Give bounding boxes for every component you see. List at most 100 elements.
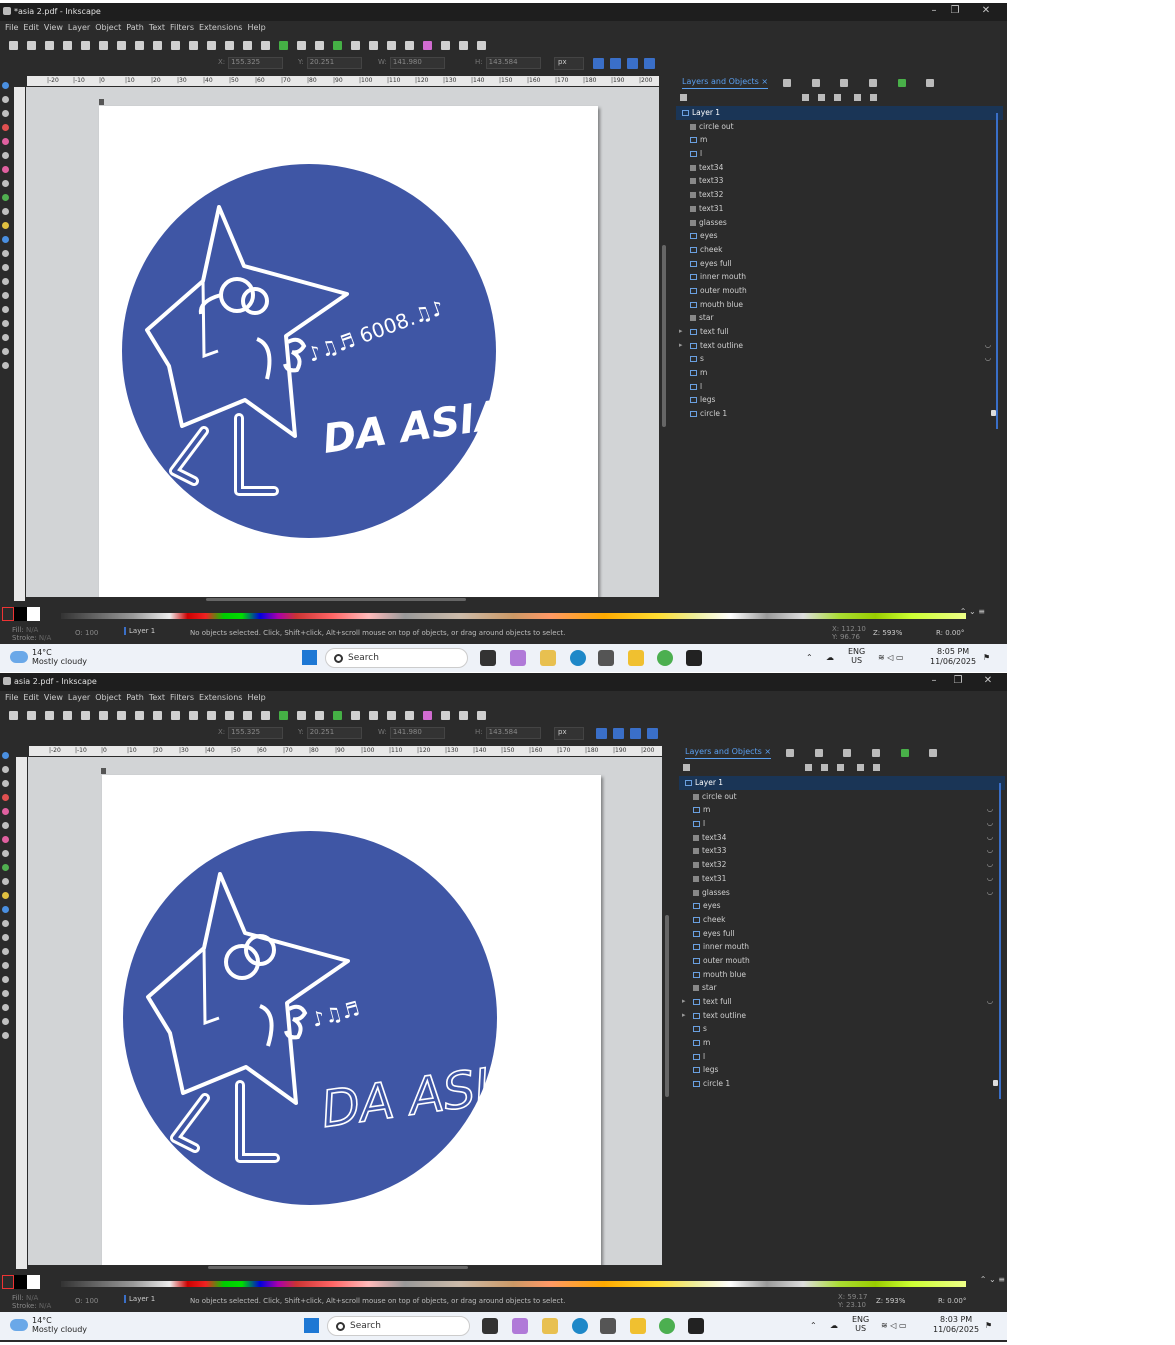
- calculator-icon[interactable]: [598, 650, 614, 666]
- menu-text[interactable]: Text: [149, 23, 165, 32]
- taskbar-search[interactable]: Search: [325, 648, 468, 668]
- object-row-legs[interactable]: legs: [676, 393, 1003, 407]
- print-icon[interactable]: [63, 711, 72, 720]
- object-row-m2[interactable]: m: [679, 1036, 1005, 1050]
- layers-icon[interactable]: [405, 711, 414, 720]
- start-button[interactable]: [302, 650, 317, 665]
- object-row-eyes[interactable]: eyes: [679, 899, 1005, 913]
- unlink-clone-icon[interactable]: [315, 711, 324, 720]
- cut-icon[interactable]: [171, 711, 180, 720]
- tab-document-icon[interactable]: [840, 79, 848, 87]
- dropper-tool-icon[interactable]: [2, 934, 9, 941]
- clock[interactable]: 8:05 PM 11/06/2025: [930, 647, 976, 667]
- menu-object[interactable]: Object: [95, 693, 121, 702]
- object-row-text33[interactable]: text33: [676, 174, 1003, 188]
- zoom-indicator[interactable]: Z: 593%: [873, 629, 902, 637]
- tab-export-icon[interactable]: [901, 749, 909, 757]
- object-row-star[interactable]: star: [676, 311, 1003, 325]
- tab-history-icon[interactable]: [929, 749, 937, 757]
- h-control[interactable]: H: 143.584: [475, 57, 541, 70]
- tray-chevron-icon[interactable]: ⌃: [810, 1321, 817, 1330]
- opacity-indicator[interactable]: O: 100: [75, 1297, 98, 1305]
- calligraphy-tool-icon[interactable]: [2, 208, 9, 215]
- align-distribute-icon[interactable]: [441, 41, 450, 50]
- close-icon[interactable]: ✕: [978, 5, 994, 16]
- dropper-tool-icon[interactable]: [2, 264, 9, 271]
- menu-view[interactable]: View: [44, 693, 63, 702]
- object-row-text-full[interactable]: ▸ text full: [676, 325, 1003, 339]
- zoom-tool-icon[interactable]: [2, 1018, 9, 1025]
- object-row-inner-mouth[interactable]: inner mouth: [676, 270, 1003, 284]
- expand-arrow-icon[interactable]: ▸: [682, 995, 686, 1009]
- edge-icon[interactable]: [570, 650, 586, 666]
- node-tool-icon[interactable]: [2, 766, 9, 773]
- object-row-text-outline[interactable]: ▸ text outline: [679, 1009, 1005, 1023]
- menu-edit[interactable]: Edit: [23, 23, 39, 32]
- object-row-s[interactable]: s: [679, 1022, 1005, 1036]
- selector-tool-icon[interactable]: [2, 82, 9, 89]
- delete-icon[interactable]: [834, 94, 841, 101]
- copilot-icon[interactable]: [510, 650, 526, 666]
- menu-object[interactable]: Object: [95, 23, 121, 32]
- scale-corners-toggle[interactable]: [610, 58, 621, 69]
- object-row-l[interactable]: l ◡: [679, 817, 1005, 831]
- h-field[interactable]: 143.584: [485, 727, 541, 739]
- h-control[interactable]: H: 143.584: [475, 727, 541, 740]
- add-layer-icon[interactable]: [683, 764, 690, 771]
- raise-icon[interactable]: [805, 764, 812, 771]
- raise-icon[interactable]: [802, 94, 809, 101]
- y-field[interactable]: 20.251: [306, 727, 362, 739]
- canvas-horizontal-scrollbar[interactable]: [28, 1265, 662, 1270]
- object-row-eyes[interactable]: eyes: [676, 229, 1003, 243]
- ungroup-icon[interactable]: [351, 711, 360, 720]
- lower-icon[interactable]: [821, 764, 828, 771]
- pencil-tool-icon[interactable]: [2, 864, 9, 871]
- maximize-icon[interactable]: ❐: [947, 5, 963, 16]
- hidden-eye-icon[interactable]: ◡: [987, 858, 993, 872]
- scale-corners-toggle[interactable]: [613, 728, 624, 739]
- paint-bucket-tool-icon[interactable]: [2, 948, 9, 955]
- eraser-tool-icon[interactable]: [2, 292, 9, 299]
- w-field[interactable]: 141.980: [389, 727, 445, 739]
- connector-tool-icon[interactable]: [2, 320, 9, 327]
- chrome-icon[interactable]: [659, 1318, 675, 1334]
- move-patterns-toggle[interactable]: [644, 58, 655, 69]
- h-field[interactable]: 143.584: [485, 57, 541, 69]
- import-icon[interactable]: [81, 711, 90, 720]
- text-font-icon[interactable]: [387, 41, 396, 50]
- zoom-selection-icon[interactable]: [207, 41, 216, 50]
- spiral-tool-icon[interactable]: [2, 166, 9, 173]
- xml-editor-icon[interactable]: [423, 711, 432, 720]
- open-icon[interactable]: [27, 41, 36, 50]
- ellipse-tool-icon[interactable]: [2, 808, 9, 815]
- object-row-eyes-full[interactable]: eyes full: [676, 257, 1003, 271]
- hidden-eye-icon[interactable]: ◡: [987, 872, 993, 886]
- color-palette[interactable]: ⌃ ⌄ ≡: [0, 605, 1007, 623]
- hidden-eye-icon[interactable]: ◡: [987, 817, 993, 831]
- spray-tool-icon[interactable]: [2, 976, 9, 983]
- mesh-tool-icon[interactable]: [2, 920, 9, 927]
- duplicate-icon[interactable]: [279, 711, 288, 720]
- task-view-icon[interactable]: [482, 1318, 498, 1334]
- text-tool-icon[interactable]: [2, 892, 9, 899]
- scale-stroke-toggle[interactable]: [596, 728, 607, 739]
- w-control[interactable]: W: 141.980: [378, 727, 445, 740]
- menu-view[interactable]: View: [44, 23, 63, 32]
- artwork[interactable]: ♪♫♬ DA ASIA: [102, 775, 601, 1266]
- hidden-eye-icon[interactable]: ◡: [985, 339, 991, 353]
- text-tool-icon[interactable]: [2, 222, 9, 229]
- object-row-text33[interactable]: text33 ◡: [679, 844, 1005, 858]
- onedrive-icon[interactable]: ☁: [826, 653, 834, 662]
- paint-bucket-tool-icon[interactable]: [2, 278, 9, 285]
- open-icon[interactable]: [27, 711, 36, 720]
- connector-tool-icon[interactable]: [2, 990, 9, 997]
- menu-path[interactable]: Path: [126, 23, 144, 32]
- zoom-tool-icon[interactable]: [2, 348, 9, 355]
- task-view-icon[interactable]: [480, 650, 496, 666]
- lock-icon[interactable]: [993, 1080, 998, 1087]
- rectangle-tool-icon[interactable]: [2, 794, 9, 801]
- ellipse-tool-icon[interactable]: [2, 138, 9, 145]
- settings-gear-icon[interactable]: [854, 94, 861, 101]
- add-layer-icon[interactable]: [680, 94, 687, 101]
- wifi-volume-battery-icons[interactable]: ≋ ◁ ▭: [881, 1321, 907, 1330]
